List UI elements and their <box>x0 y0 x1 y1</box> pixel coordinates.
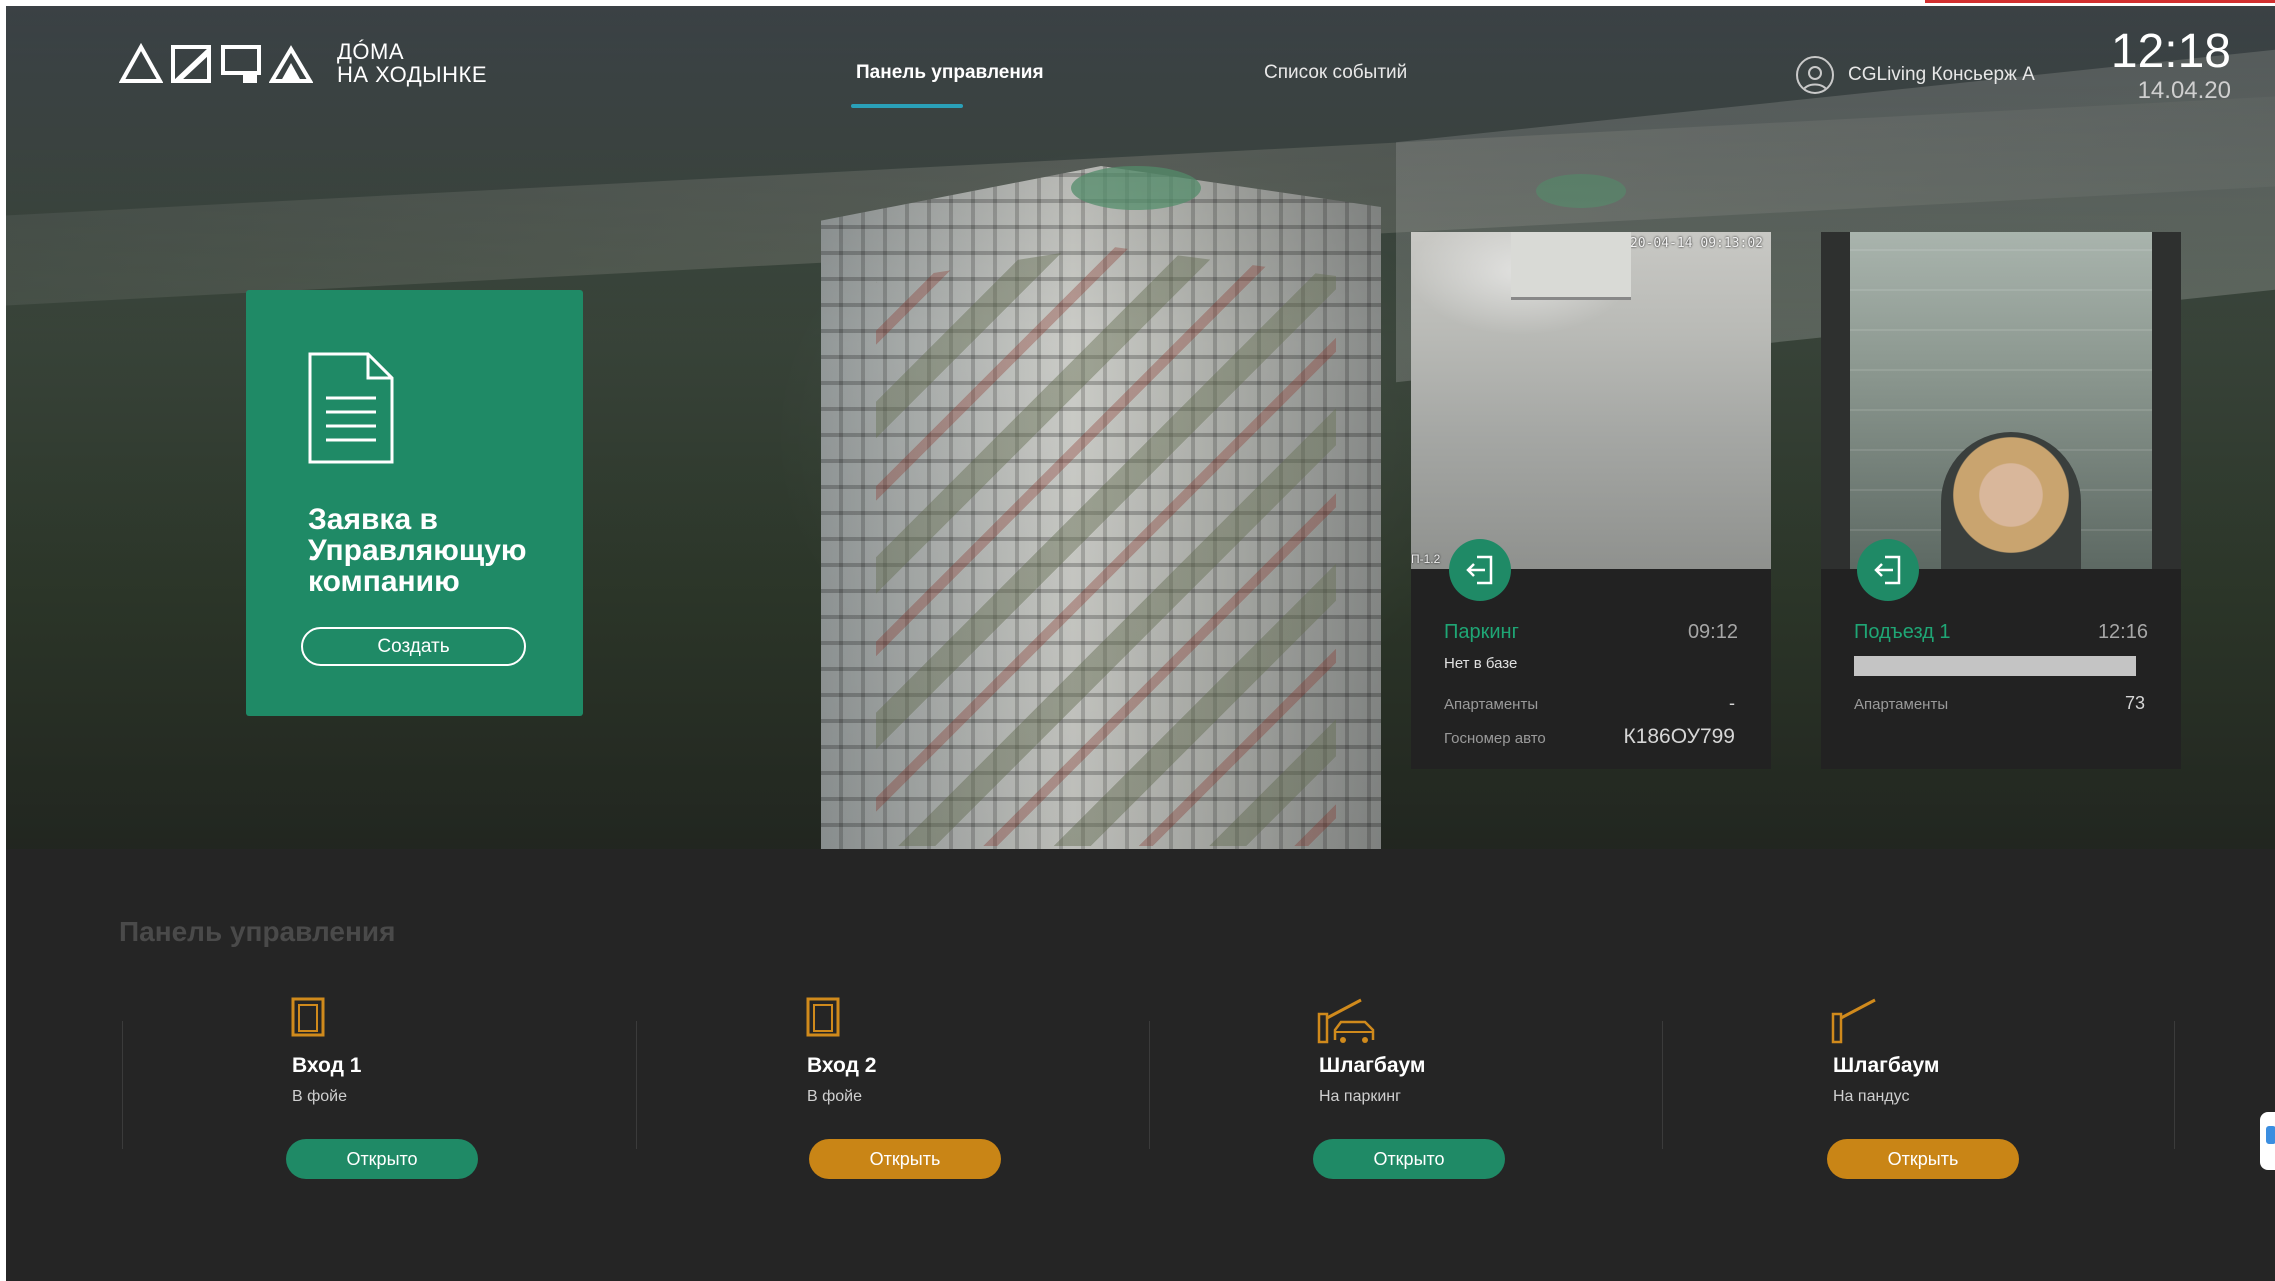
user-icon <box>1796 56 1834 94</box>
camera-info-entrance: Подъезд 1 12:16 Апартаменты 73 <box>1821 569 2181 769</box>
logo[interactable]: ДÓМА НА ХОДЫНКЕ <box>119 40 487 86</box>
control-subtitle: На паркинг <box>1319 1088 1401 1105</box>
request-title: Заявка в Управляющую компанию <box>308 503 527 598</box>
camera-feed-entrance[interactable] <box>1821 232 2181 569</box>
camera-side-label: П-1.2 <box>1411 552 1441 566</box>
tab-dashboard[interactable]: Панель управления <box>856 62 1044 84</box>
apartments-value: 73 <box>2124 693 2145 713</box>
apartments-label: Апартаменты <box>1854 696 1949 713</box>
top-accent-bar <box>1925 0 2275 3</box>
user-menu[interactable]: CGLiving Консьерж А <box>1796 56 2035 94</box>
clock-time: 12:18 <box>2110 25 2231 78</box>
enter-icon <box>1449 539 1511 601</box>
control-subtitle: В фойе <box>807 1088 863 1105</box>
panel-divider <box>122 1021 123 1149</box>
camera-card-parking[interactable]: 2020-04-14 09:13:02 П-1.2 Паркинг 09:12 … <box>1411 232 1771 769</box>
clock-date: 14.04.20 <box>2137 77 2231 104</box>
control-title: Вход 2 <box>807 1054 877 1077</box>
panel-divider <box>636 1021 637 1149</box>
panel-divider <box>1149 1021 1150 1149</box>
widget-icon <box>2266 1126 2275 1144</box>
barrier-icon <box>1831 998 1876 1044</box>
clock: 12:18 14.04.20 <box>2101 26 2231 104</box>
camera-info-parking: Паркинг 09:12 Нет в базе Апартаменты - Г… <box>1411 569 1771 769</box>
camera-timestamp: 2020-04-14 09:13:02 <box>1614 236 1763 251</box>
logo-text: ДÓМА НА ХОДЫНКЕ <box>337 40 487 86</box>
camera-time: 09:12 <box>1687 621 1738 643</box>
active-tab-indicator <box>851 104 963 108</box>
camera-feed-parking[interactable]: 2020-04-14 09:13:02 П-1.2 <box>1411 232 1771 569</box>
apartments-label: Апартаменты <box>1444 696 1539 713</box>
camera-label: Подъезд 1 <box>1854 621 1951 643</box>
open-button[interactable]: Открыто <box>1313 1139 1505 1179</box>
enter-icon <box>1857 539 1919 601</box>
barrier-car-icon <box>1317 998 1375 1044</box>
camera-status-bar <box>1854 656 2136 676</box>
control-title: Шлагбаум <box>1833 1054 1940 1077</box>
camera-time: 12:16 <box>2097 621 2148 643</box>
door-icon <box>291 997 325 1037</box>
camera-status: Нет в базе <box>1444 655 1518 672</box>
request-card: Заявка в Управляющую компанию Создать <box>246 290 583 716</box>
logo-monitor-icon <box>221 45 261 83</box>
camera-label: Паркинг <box>1444 621 1519 643</box>
camera-person <box>1941 432 2081 569</box>
document-icon <box>308 352 394 464</box>
apartments-value: - <box>1729 693 1735 713</box>
logo-line-1: ДÓМА <box>337 39 405 64</box>
plate-value: К186ОУ799 <box>1623 725 1735 748</box>
logo-line-2: НА ХОДЫНКЕ <box>337 62 487 87</box>
open-button[interactable]: Открыть <box>1827 1139 2019 1179</box>
control-title: Вход 1 <box>292 1054 362 1077</box>
panel-divider <box>1662 1021 1663 1149</box>
tab-events[interactable]: Список событий <box>1264 62 1407 84</box>
panel-title: Панель управления <box>119 916 396 947</box>
open-button[interactable]: Открыто <box>286 1139 478 1179</box>
logo-square-slash-icon <box>171 45 211 83</box>
panel-divider <box>2174 1021 2175 1149</box>
camera-card-entrance[interactable]: Подъезд 1 12:16 Апартаменты 73 <box>1821 232 2181 769</box>
open-button[interactable]: Открыть <box>809 1139 1001 1179</box>
create-request-button[interactable]: Создать <box>301 627 526 666</box>
logo-triangle-icon <box>119 42 163 83</box>
control-subtitle: На пандус <box>1833 1088 1910 1105</box>
side-widget[interactable] <box>2260 1112 2275 1170</box>
control-subtitle: В фойе <box>292 1088 348 1105</box>
app-window: ДÓМА НА ХОДЫНКЕ Панель управления Список… <box>6 6 2275 1281</box>
control-title: Шлагбаум <box>1319 1054 1426 1077</box>
user-name: CGLiving Консьерж А <box>1848 64 2035 85</box>
logo-mountain-icon <box>269 45 313 83</box>
door-icon <box>806 997 840 1037</box>
plate-label: Госномер авто <box>1444 730 1546 747</box>
